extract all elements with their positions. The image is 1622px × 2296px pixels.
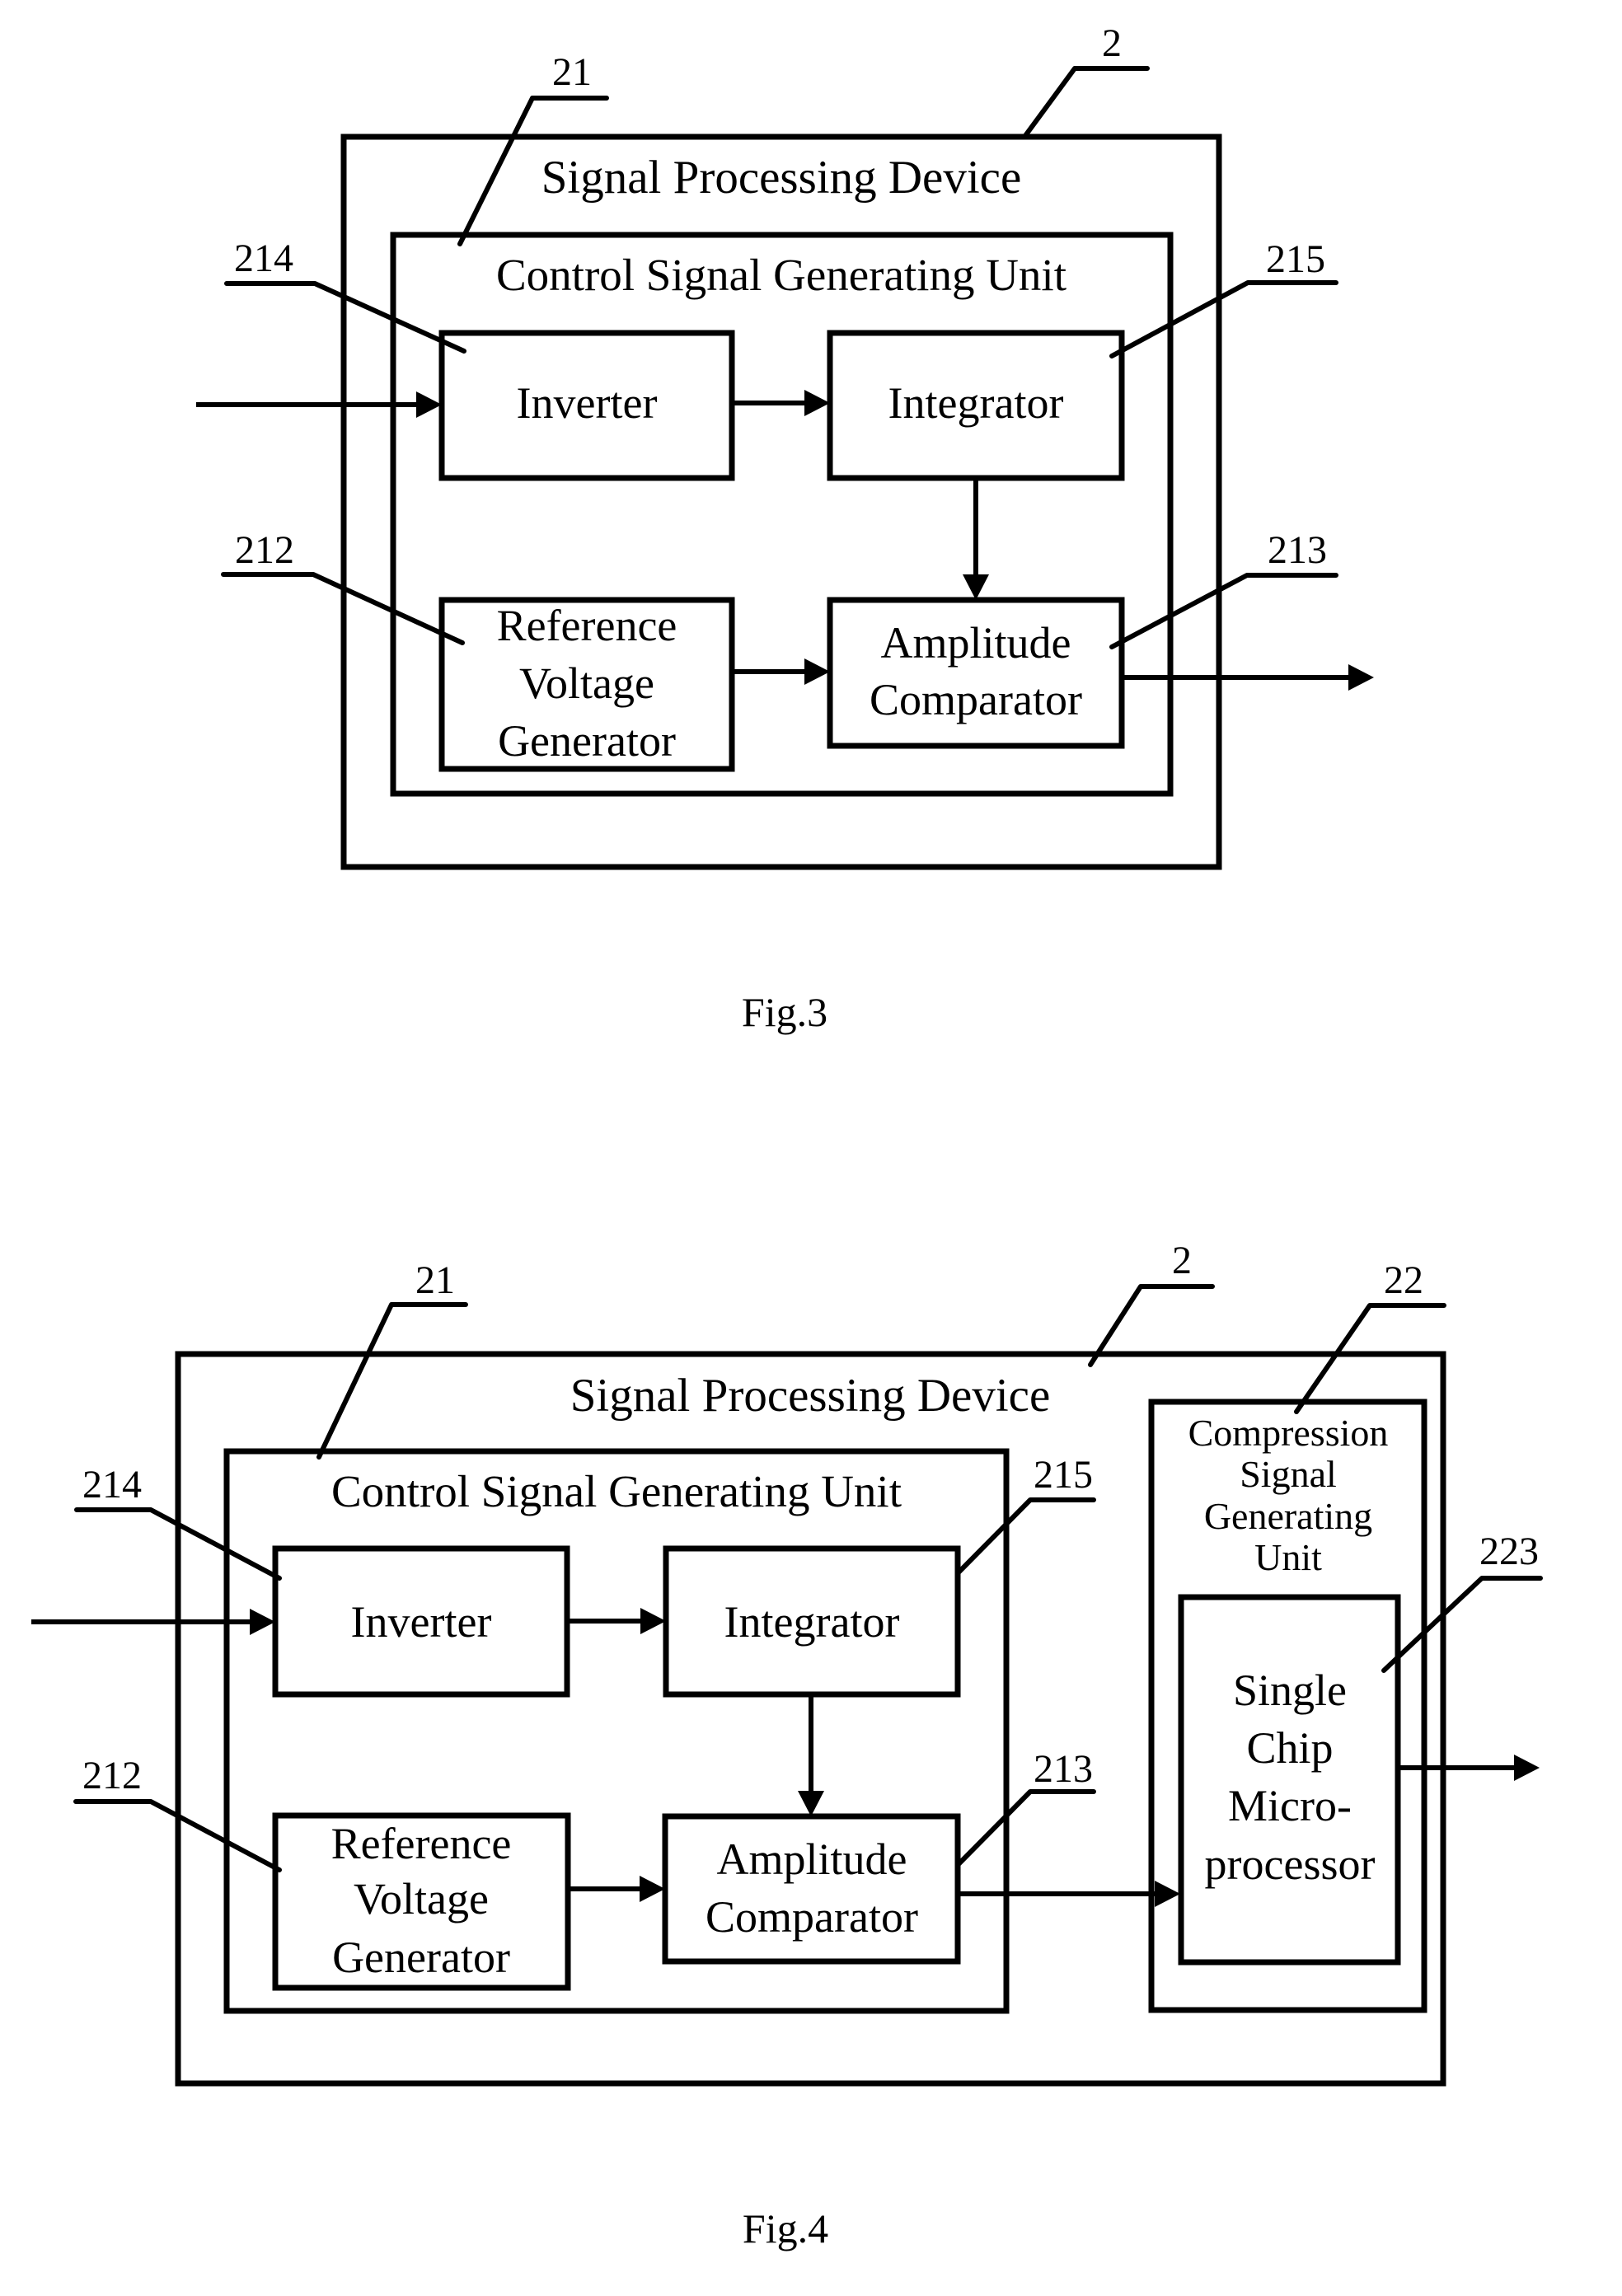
ref-number: 215 — [1034, 1453, 1093, 1497]
ref-number: 213 — [1268, 528, 1327, 572]
ref-number: 214 — [82, 1463, 142, 1506]
microprocessor-line-3: Micro- — [1228, 1781, 1352, 1830]
unit-title: Control Signal Generating Unit — [496, 250, 1066, 300]
reference-voltage-generator-line-2: Voltage — [519, 658, 654, 708]
integrator-label: Integrator — [724, 1597, 900, 1647]
figure-caption: Fig.4 — [743, 2205, 828, 2251]
reference-voltage-generator-line-1: Reference — [331, 1819, 512, 1868]
amplitude-comparator-line-2: Comparator — [706, 1892, 918, 1942]
ref-number: 21 — [415, 1258, 455, 1302]
compression-unit-line-4: Unit — [1254, 1536, 1322, 1578]
amplitude-comparator-line-1: Amplitude — [717, 1834, 907, 1884]
ref-number: 212 — [82, 1754, 142, 1797]
reference-voltage-generator-line-1: Reference — [497, 601, 677, 650]
ref-number: 213 — [1034, 1747, 1093, 1791]
compression-unit-line-1: Compression — [1188, 1412, 1389, 1454]
reference-voltage-generator-line-3: Generator — [498, 716, 676, 766]
ref-number: 215 — [1266, 237, 1325, 281]
compression-unit-line-2: Signal — [1240, 1453, 1337, 1495]
patent-drawing-sheet: Signal Processing Device Control Signal … — [0, 0, 1622, 2296]
amplitude-comparator-line-2: Comparator — [870, 675, 1082, 724]
inverter-label: Inverter — [517, 378, 658, 428]
ref-number: 21 — [552, 50, 592, 94]
ref-number: 2 — [1102, 21, 1122, 65]
ref-number: 22 — [1384, 1258, 1423, 1302]
ref-number: 223 — [1479, 1530, 1539, 1573]
compression-unit-line-3: Generating — [1204, 1495, 1372, 1537]
amplitude-comparator-line-1: Amplitude — [881, 618, 1071, 668]
ref-number: 214 — [234, 237, 293, 280]
ref-number: 2 — [1172, 1239, 1192, 1282]
microprocessor-line-4: processor — [1205, 1839, 1376, 1889]
inverter-label: Inverter — [351, 1597, 492, 1647]
ref-number: 212 — [235, 528, 294, 572]
reference-voltage-generator-line-3: Generator — [332, 1933, 510, 1982]
microprocessor-line-1: Single — [1233, 1666, 1347, 1715]
page-background — [0, 0, 1622, 2296]
unit-title: Control Signal Generating Unit — [331, 1466, 902, 1516]
microprocessor-line-2: Chip — [1246, 1723, 1333, 1773]
figure-caption: Fig.3 — [742, 989, 827, 1035]
device-title: Signal Processing Device — [570, 1370, 1051, 1422]
reference-voltage-generator-line-2: Voltage — [354, 1874, 489, 1923]
integrator-label: Integrator — [888, 378, 1064, 428]
device-title: Signal Processing Device — [541, 152, 1022, 204]
